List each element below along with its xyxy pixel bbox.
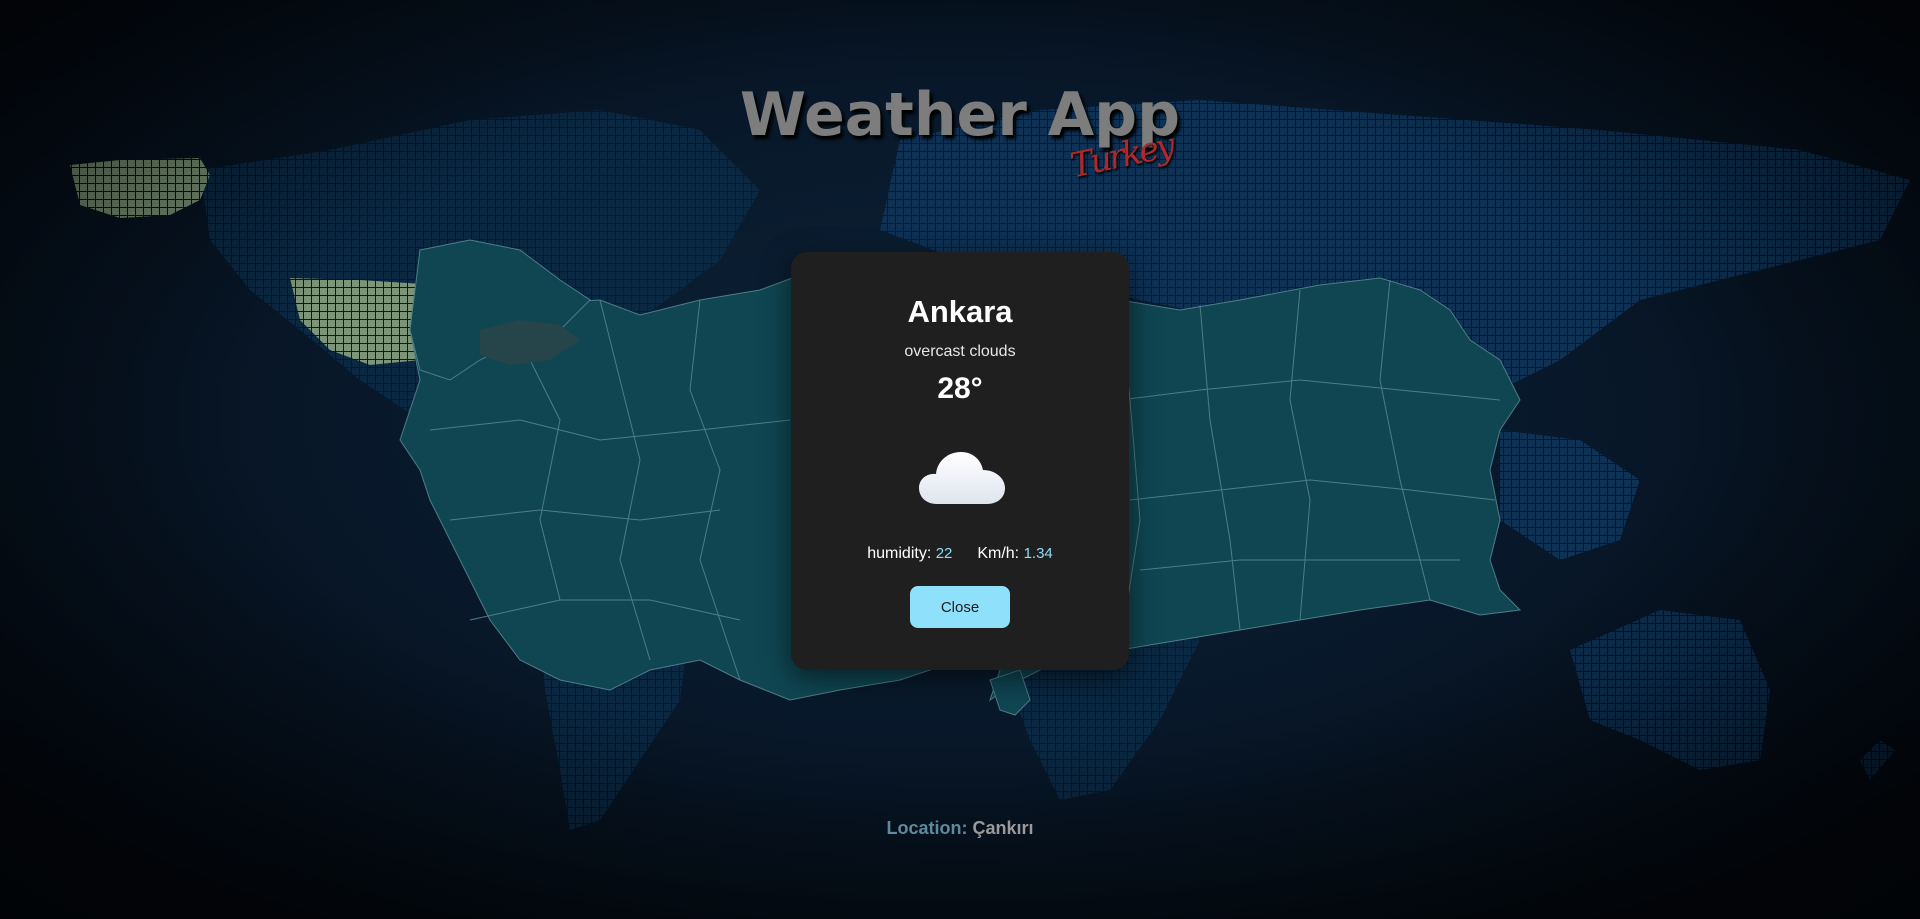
- app-title: Weather App: [739, 80, 1181, 150]
- modal-temperature: 28°: [937, 372, 983, 405]
- location-footer: Location: Çankırı: [0, 818, 1920, 839]
- wind-value: 1.34: [1023, 545, 1053, 562]
- modal-stats: humidity: 22 Km/h: 1.34: [791, 545, 1129, 563]
- humidity-label: humidity:: [867, 545, 932, 562]
- modal-weather-description: overcast clouds: [904, 343, 1016, 360]
- location-label: Location:: [886, 818, 968, 838]
- modal-city-name: Ankara: [907, 294, 1013, 329]
- close-button[interactable]: Close: [910, 586, 1010, 628]
- cloud-icon: [919, 452, 1005, 504]
- humidity-value: 22: [935, 545, 953, 562]
- location-value: Çankırı: [972, 818, 1034, 838]
- weather-modal: Ankara overcast clouds 28° humidity: 22 …: [791, 252, 1129, 670]
- wind-label: Km/h:: [977, 545, 1020, 562]
